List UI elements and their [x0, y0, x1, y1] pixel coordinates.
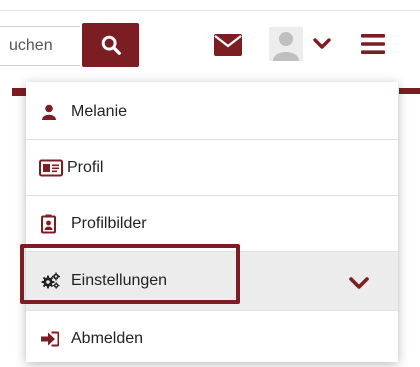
menu-item-profilbilder[interactable]: Profilbilder: [26, 196, 398, 252]
search-icon: [101, 35, 121, 55]
menu-item-profil[interactable]: Profil: [26, 140, 398, 196]
menu-item-label: Melanie: [71, 103, 128, 120]
user-dropdown-menu: Melanie Profil Profilbilder Einstellunge…: [26, 82, 398, 362]
chevron-down-icon: [349, 276, 369, 289]
header-accent-bar: [399, 88, 420, 94]
menu-item-label: Profil: [67, 159, 104, 176]
expand-chevron[interactable]: [348, 276, 370, 290]
envelope-icon: [214, 34, 242, 56]
portrait-icon: [41, 214, 56, 234]
cogs-icon: [41, 272, 61, 290]
search-button[interactable]: [82, 23, 139, 67]
menu-item-abmelden[interactable]: Abmelden: [26, 311, 398, 367]
menu-item-label: Profilbilder: [71, 215, 147, 232]
chevron-down-icon: [313, 38, 331, 49]
id-card-icon: [39, 159, 63, 177]
search-input[interactable]: [0, 26, 80, 66]
mail-button[interactable]: [213, 32, 243, 58]
menu-item-label: Abmelden: [71, 330, 144, 347]
user-icon: [41, 104, 57, 120]
menu-item-einstellungen[interactable]: Einstellungen: [26, 252, 398, 310]
top-divider: [0, 10, 420, 11]
sign-out-icon: [41, 331, 59, 347]
hamburger-menu-button[interactable]: [360, 32, 386, 56]
hamburger-icon: [361, 34, 385, 54]
avatar: [269, 27, 303, 61]
menu-item-label: Einstellungen: [71, 272, 168, 289]
menu-item-user[interactable]: Melanie: [26, 84, 398, 140]
header-accent-bar: [12, 88, 26, 96]
user-menu-toggle[interactable]: [268, 27, 332, 61]
